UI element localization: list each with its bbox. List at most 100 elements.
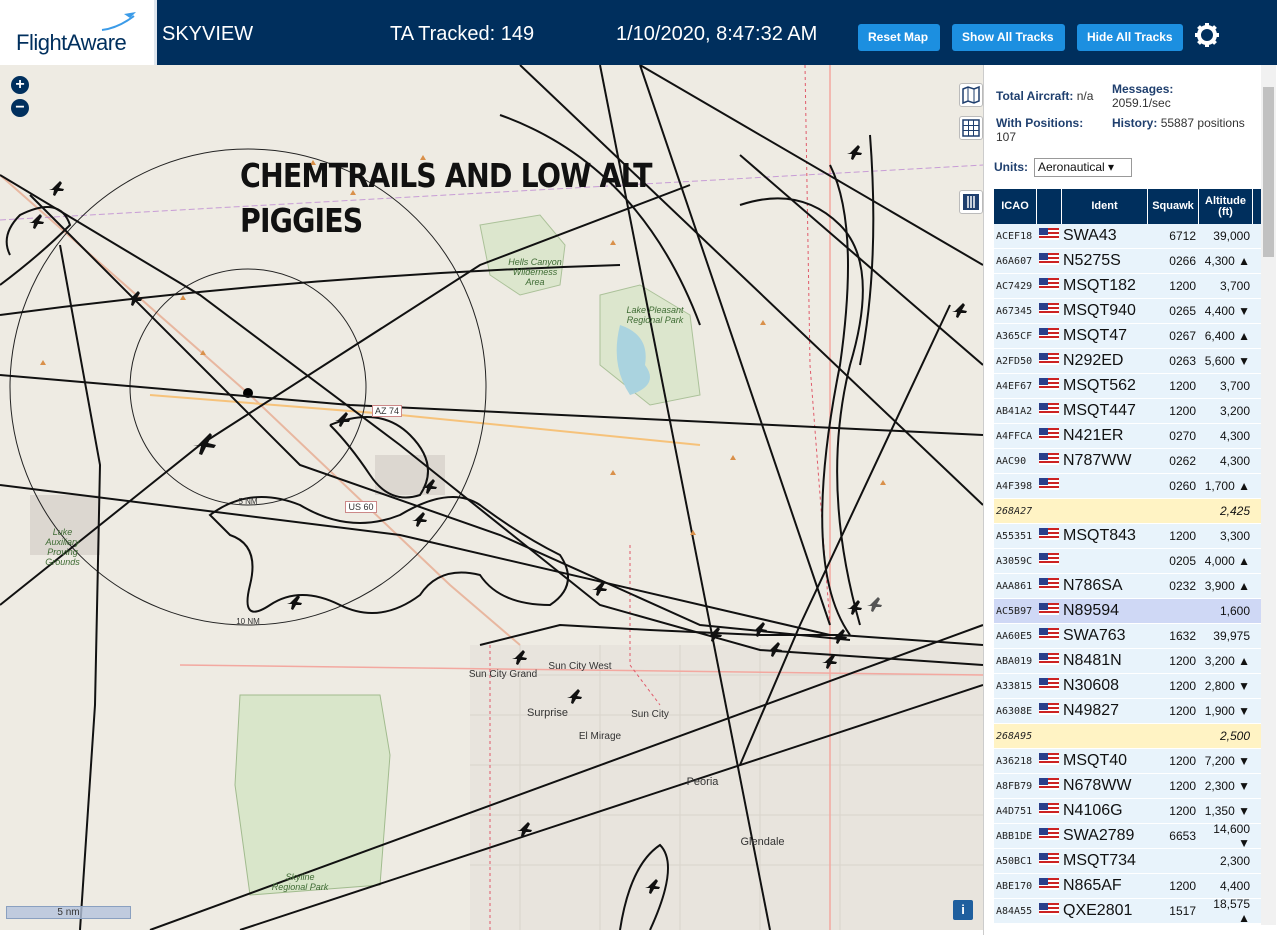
table-row[interactable]: ABA019 N8481N 1200 3,200 ▲ [994,649,1262,674]
table-row[interactable]: A6A607 N5275S 0266 4,300 ▲ [994,249,1262,274]
us-flag-icon [1039,478,1059,490]
squawk-cell: 1200 [1169,654,1196,668]
squawk-cell: 0266 [1169,254,1196,268]
table-row[interactable]: 268A27 2,425 [994,499,1262,524]
table-row[interactable]: A6308E N49827 1200 1,900 ▼ [994,699,1262,724]
table-row[interactable]: 268A95 2,500 [994,724,1262,749]
flag-cell [1037,852,1062,870]
messages-label: Messages: [1112,82,1174,96]
settings-gear-icon[interactable] [1194,22,1220,48]
zoom-in-button[interactable]: + [11,76,29,94]
table-row[interactable]: A50BC1 MSQT734 2,300 [994,849,1262,874]
us-flag-icon [1039,903,1059,915]
us-flag-icon [1039,703,1059,715]
show-all-tracks-button[interactable]: Show All Tracks [952,24,1065,51]
column-ident[interactable]: Ident [1062,189,1148,224]
icao-cell: A4F398 [996,480,1033,492]
units-label: Units: [994,160,1028,174]
icao-cell: A33815 [996,680,1033,692]
table-row[interactable]: A2FD50 N292ED 0263 5,600 ▼ [994,349,1262,374]
table-row[interactable]: A4D751 N4106G 1200 1,350 ▼ [994,799,1262,824]
range-ring-5-label: 5 NM [238,497,258,506]
flag-cell [1037,302,1062,320]
altitude-cell: 39,000 [1213,229,1250,243]
map-layer-button[interactable] [959,83,983,107]
zoom-out-button[interactable]: − [11,99,29,117]
ident-cell: N89594 [1063,602,1120,619]
map-label-peoria: Peoria [686,776,719,788]
table-row[interactable]: A4EF67 MSQT562 1200 3,700 [994,374,1262,399]
altitude-cell: 2,300 ▼ [1204,779,1250,793]
map-label-skyline: Skyline Regional Park [271,872,329,892]
column-flag[interactable] [1037,189,1062,224]
units-select[interactable]: Aeronautical ▾ [1034,158,1132,177]
flag-cell [1037,702,1062,720]
column-altitude[interactable]: Altitude (ft) [1199,189,1253,224]
table-row[interactable]: A8FB79 N678WW 1200 2,300 ▼ [994,774,1262,799]
table-row[interactable]: A67345 MSQT940 0265 4,400 ▼ [994,299,1262,324]
icao-cell: AB41A2 [996,405,1033,417]
table-row[interactable]: AC5B97 N89594 1,600 [994,599,1262,624]
flag-cell [1037,352,1062,370]
table-row[interactable]: A3059C 0205 4,000 ▲ [994,549,1262,574]
info-button[interactable]: i [953,900,973,920]
map-label-hells-canyon: Hells Canyon Wilderness Area [508,257,562,287]
table-row[interactable]: A4F398 0260 1,700 ▲ [994,474,1262,499]
scrollbar-thumb[interactable] [1263,87,1274,257]
total-aircraft-label: Total Aircraft: [996,89,1074,103]
flightaware-logo[interactable]: FlightAware [0,0,157,65]
us-flag-icon [1039,778,1059,790]
map-scale-bar: 5 nm [6,906,131,919]
us-flag-icon [1039,528,1059,540]
altitude-cell: 5,600 ▼ [1204,354,1250,368]
us-flag-icon [1039,553,1059,565]
icao-cell: AC7429 [996,280,1033,292]
table-row[interactable]: AC7429 MSQT182 1200 3,700 [994,274,1262,299]
altitude-cell: 2,800 ▼ [1204,679,1250,693]
table-row[interactable]: ACEF18 SWA43 6712 39,000 [994,224,1262,249]
map-view[interactable]: Hells Canyon Wilderness Area Lake Pleasa… [0,65,983,930]
flag-cell [1037,652,1062,670]
table-row[interactable]: A4FFCA N421ER 0270 4,300 [994,424,1262,449]
hide-all-tracks-button[interactable]: Hide All Tracks [1077,24,1183,51]
altitude-cell: 3,700 [1219,379,1250,393]
icao-cell: AAA861 [996,580,1033,592]
reset-map-button[interactable]: Reset Map [858,24,940,51]
ident-cell: N421ER [1063,427,1124,444]
table-row[interactable]: ABB1DE SWA2789 6653 14,600 ▼ [994,822,1262,850]
table-row[interactable]: ABE170 N865AF 1200 4,400 [994,874,1262,899]
icao-cell: A4EF67 [996,380,1033,392]
icao-cell: A4D751 [996,805,1033,817]
icao-cell: ABA019 [996,655,1033,667]
column-toggle-button[interactable] [959,190,983,214]
column-icao[interactable]: ICAO [994,189,1037,224]
table-row[interactable]: AB41A2 MSQT447 1200 3,200 [994,399,1262,424]
table-row[interactable]: AAC90 N787WW 0262 4,300 [994,449,1262,474]
sidebar-scrollbar[interactable] [1261,65,1276,925]
flag-cell [1037,802,1062,820]
squawk-cell: 0262 [1169,454,1196,468]
table-row[interactable]: A365CF MSQT47 0267 6,400 ▲ [994,324,1262,349]
altitude-cell: 3,900 ▲ [1204,579,1250,593]
flag-cell [1037,552,1062,570]
us-flag-icon [1039,428,1059,440]
history-label: History: [1112,116,1158,130]
altitude-cell: 39,975 [1213,629,1250,643]
table-row[interactable]: A33815 N30608 1200 2,800 ▼ [994,674,1262,699]
table-row[interactable]: AA60E5 SWA763 1632 39,975 [994,624,1262,649]
flag-cell [1037,377,1062,395]
table-row[interactable]: A55351 MSQT843 1200 3,300 [994,524,1262,549]
us-flag-icon [1039,653,1059,665]
table-row[interactable]: A36218 MSQT40 1200 7,200 ▼ [994,749,1262,774]
flag-cell [1037,902,1062,920]
ident-cell: N5275S [1063,252,1121,269]
us-flag-icon [1039,328,1059,340]
column-squawk[interactable]: Squawk [1148,189,1199,224]
grid-toggle-button[interactable] [959,116,983,140]
icao-cell: ACEF18 [996,230,1033,242]
table-row[interactable]: A84A55 QXE2801 1517 18,575 ▲ [994,897,1262,925]
us-flag-icon [1039,378,1059,390]
icao-cell: A55351 [996,530,1033,542]
table-row[interactable]: AAA861 N786SA 0232 3,900 ▲ [994,574,1262,599]
us-flag-icon [1039,828,1059,840]
